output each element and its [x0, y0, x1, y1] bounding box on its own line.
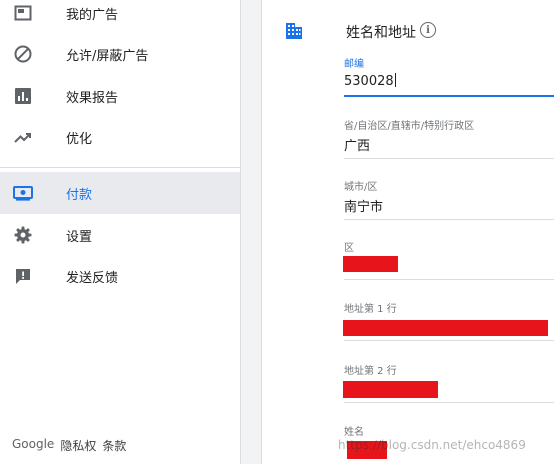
redaction-mark [343, 256, 398, 272]
province-value[interactable]: 广西 [344, 135, 554, 154]
address-line-2-underline [344, 402, 554, 403]
sidebar-item-label: 优化 [66, 131, 93, 147]
redaction-mark [343, 320, 548, 336]
city-field[interactable]: 城市/区 南宁市 [344, 178, 554, 220]
sidebar-item-payments[interactable]: 付款 [0, 172, 240, 214]
block-icon [13, 44, 33, 64]
sidebar-divider [0, 167, 240, 168]
feedback-icon [13, 266, 33, 286]
privacy-link[interactable]: 隐私权 [60, 437, 96, 454]
gear-icon [13, 225, 33, 245]
sidebar-item-settings[interactable]: 设置 [0, 214, 240, 256]
sidebar-item-label: 发送反馈 [66, 270, 119, 286]
address-card: 姓名和地址 i 邮编 530028 省/自治区/直辖市/特别行政区 广西 城市/… [261, 0, 554, 464]
sidebar-item-feedback[interactable]: 发送反馈 [0, 255, 240, 297]
district-label: 区 [344, 243, 354, 254]
terms-link[interactable]: 条款 [102, 437, 126, 454]
city-underline [344, 219, 554, 220]
section-title: 姓名和地址 [346, 25, 416, 41]
address-line-1-underline [344, 340, 554, 341]
address-line-2-label: 地址第 2 行 [344, 366, 397, 377]
info-icon[interactable]: i [420, 22, 436, 38]
province-underline [344, 158, 554, 159]
sidebar-footer: Google 隐私权 条款 [12, 437, 126, 454]
sidebar-item-label: 我的广告 [66, 7, 119, 23]
watermark-text: https://blog.csdn.net/ehco4869 [338, 438, 526, 452]
postal-code-field[interactable]: 邮编 530028 [344, 55, 554, 97]
redaction-mark [343, 381, 438, 398]
sidebar-item-label: 效果报告 [66, 90, 119, 106]
sidebar-item-reports[interactable]: 效果报告 [0, 75, 240, 117]
postal-code-underline [344, 95, 554, 97]
address-line-1-label: 地址第 1 行 [344, 304, 397, 315]
sidebar-item-label: 允许/屏蔽广告 [66, 48, 149, 64]
province-field[interactable]: 省/自治区/直辖市/特别行政区 广西 [344, 117, 554, 159]
main-content: 姓名和地址 i 邮编 530028 省/自治区/直辖市/特别行政区 广西 城市/… [241, 0, 554, 464]
name-label: 姓名 [344, 427, 364, 438]
sidebar-item-label: 设置 [66, 229, 93, 245]
trending-up-icon [13, 127, 33, 147]
sidebar-item-optimize[interactable]: 优化 [0, 116, 240, 158]
bar-chart-icon [13, 86, 33, 106]
city-label: 城市/区 [344, 182, 378, 193]
sidebar-item-label: 付款 [66, 187, 93, 203]
ads-icon [13, 3, 33, 23]
postal-code-value: 530028 [344, 74, 394, 89]
postal-code-input[interactable]: 530028 [344, 73, 554, 91]
payments-icon [13, 183, 33, 203]
city-value[interactable]: 南宁市 [344, 196, 554, 215]
sidebar-item-my-ads[interactable]: 我的广告 [0, 0, 240, 34]
text-caret [394, 73, 396, 87]
district-underline [344, 279, 554, 280]
building-icon [284, 21, 304, 41]
sidebar-item-allow-block[interactable]: 允许/屏蔽广告 [0, 33, 240, 75]
google-logo-text: Google [12, 437, 55, 451]
postal-code-label: 邮编 [344, 59, 364, 70]
province-label: 省/自治区/直辖市/特别行政区 [344, 121, 475, 132]
sidebar: 我的广告 允许/屏蔽广告 效果报告 优化 付款 设置 发送反馈 Google 隐… [0, 0, 241, 464]
